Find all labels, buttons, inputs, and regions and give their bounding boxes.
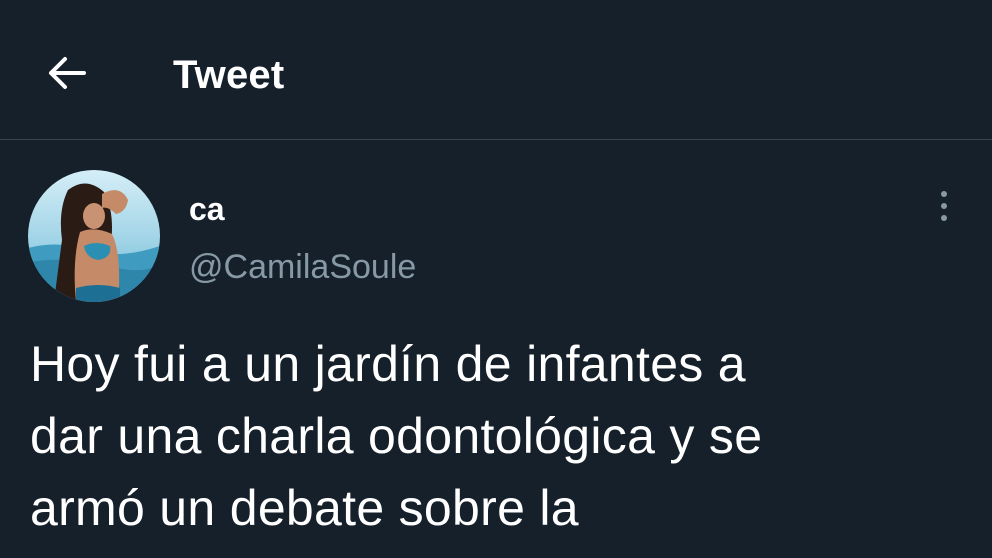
author-display-name[interactable]: ca: [189, 190, 225, 228]
tweet-detail-screen: Tweet ca @CamilaSoule Hoy fui a un jardí…: [0, 0, 992, 558]
more-options-button[interactable]: [922, 184, 966, 232]
avatar[interactable]: [28, 170, 160, 302]
back-button[interactable]: [40, 50, 94, 96]
arrow-left-icon: [47, 56, 87, 90]
more-vertical-icon: [939, 189, 949, 228]
tweet-text: Hoy fui a un jardín de infantes a dar un…: [30, 336, 763, 536]
top-bar: Tweet: [0, 0, 992, 140]
page-title: Tweet: [173, 53, 285, 97]
author-handle[interactable]: @CamilaSoule: [189, 246, 416, 288]
